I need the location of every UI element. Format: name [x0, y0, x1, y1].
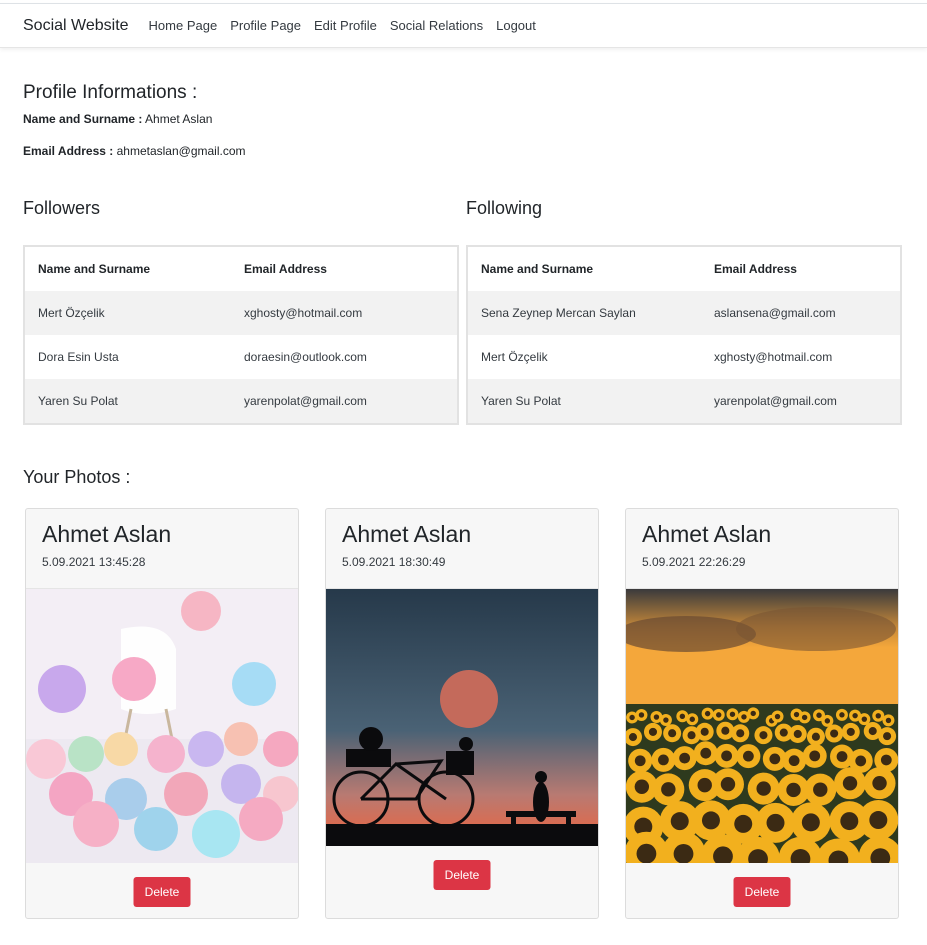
follower-name: Yaren Su Polat	[24, 379, 231, 424]
follower-email: yarenpolat@gmail.com	[231, 379, 458, 424]
nav-home-page[interactable]: Home Page	[149, 18, 218, 33]
column-header: Name and Surname	[481, 262, 594, 276]
pastel-balloons-photo	[26, 589, 298, 863]
card-date: 5.09.2021 22:26:29	[642, 555, 746, 569]
table-row: Mert Özçelik xghosty@hotmail.com	[467, 335, 901, 379]
navbar: Social Website Home Page Profile Page Ed…	[0, 3, 927, 48]
photo-card: Ahmet Aslan 5.09.2021 13:45:28 Delete	[25, 508, 299, 919]
photo-card: Ahmet Aslan 5.09.2021 18:30:49 Delete	[325, 508, 599, 919]
follower-email: xghosty@hotmail.com	[231, 291, 458, 335]
card-header: Ahmet Aslan 5.09.2021 22:26:29	[626, 509, 898, 589]
card-date: 5.09.2021 13:45:28	[42, 555, 146, 569]
nav-profile-page[interactable]: Profile Page	[230, 18, 301, 33]
table-row: Dora Esin Usta doraesin@outlook.com	[24, 335, 458, 379]
brand-link[interactable]: Social Website	[23, 17, 129, 35]
card-footer: Delete	[326, 846, 598, 903]
card-header: Ahmet Aslan 5.09.2021 13:45:28	[26, 509, 298, 589]
table-header-row: Name and Surname Email Address	[24, 246, 458, 291]
nav-social-relations[interactable]: Social Relations	[390, 18, 483, 33]
delete-button[interactable]: Delete	[433, 860, 491, 890]
card-author: Ahmet Aslan	[42, 521, 172, 547]
following-email: aslansena@gmail.com	[701, 291, 901, 335]
name-line: Name and Surname : Ahmet Aslan	[23, 112, 212, 126]
delete-button[interactable]: Delete	[733, 877, 791, 907]
sunflower-field-sunset-photo	[626, 589, 898, 863]
following-table: Name and Surname Email Address Sena Zeyn…	[466, 245, 902, 425]
nav-edit-profile[interactable]: Edit Profile	[314, 18, 377, 33]
column-header: Name and Surname	[38, 262, 151, 276]
card-author: Ahmet Aslan	[642, 521, 772, 547]
photos-heading: Your Photos :	[23, 467, 131, 487]
following-name: Yaren Su Polat	[467, 379, 701, 424]
card-author: Ahmet Aslan	[342, 521, 472, 547]
name-label: Name and Surname :	[23, 112, 143, 126]
table-row: Sena Zeynep Mercan Saylan aslansena@gmai…	[467, 291, 901, 335]
follower-name: Dora Esin Usta	[38, 350, 119, 364]
photo-card: Ahmet Aslan 5.09.2021 22:26:29 Delete	[625, 508, 899, 919]
following-name: Sena Zeynep Mercan Saylan	[467, 291, 701, 335]
table-row: Yaren Su Polat yarenpolat@gmail.com	[467, 379, 901, 424]
email-value: ahmetaslan@gmail.com	[116, 144, 246, 158]
card-header: Ahmet Aslan 5.09.2021 18:30:49	[326, 509, 598, 589]
delete-button[interactable]: Delete	[133, 877, 191, 907]
following-name: Mert Özçelik	[481, 350, 548, 364]
follower-email: doraesin@outlook.com	[244, 350, 367, 364]
followers-table: Name and Surname Email Address Mert Özçe…	[23, 245, 459, 425]
followers-title: Followers	[23, 198, 101, 218]
profile-heading: Profile Informations :	[23, 82, 198, 103]
follower-name: Mert Özçelik	[24, 291, 231, 335]
name-value: Ahmet Aslan	[145, 112, 213, 126]
table-header-row: Name and Surname Email Address	[467, 246, 901, 291]
table-row: Yaren Su Polat yarenpolat@gmail.com	[24, 379, 458, 424]
card-date: 5.09.2021 18:30:49	[342, 555, 446, 569]
column-header: Email Address	[244, 262, 327, 276]
email-label: Email Address :	[23, 144, 114, 158]
following-title: Following	[466, 198, 543, 218]
bicycle-moon-silhouette-photo	[326, 589, 598, 846]
table-row: Mert Özçelik xghosty@hotmail.com	[24, 291, 458, 335]
card-footer: Delete	[26, 863, 298, 920]
column-header: Email Address	[714, 262, 797, 276]
following-email: xghosty@hotmail.com	[714, 350, 833, 364]
card-footer: Delete	[626, 863, 898, 920]
nav-logout[interactable]: Logout	[496, 18, 536, 33]
following-email: yarenpolat@gmail.com	[701, 379, 901, 424]
email-line: Email Address : ahmetaslan@gmail.com	[23, 144, 246, 158]
